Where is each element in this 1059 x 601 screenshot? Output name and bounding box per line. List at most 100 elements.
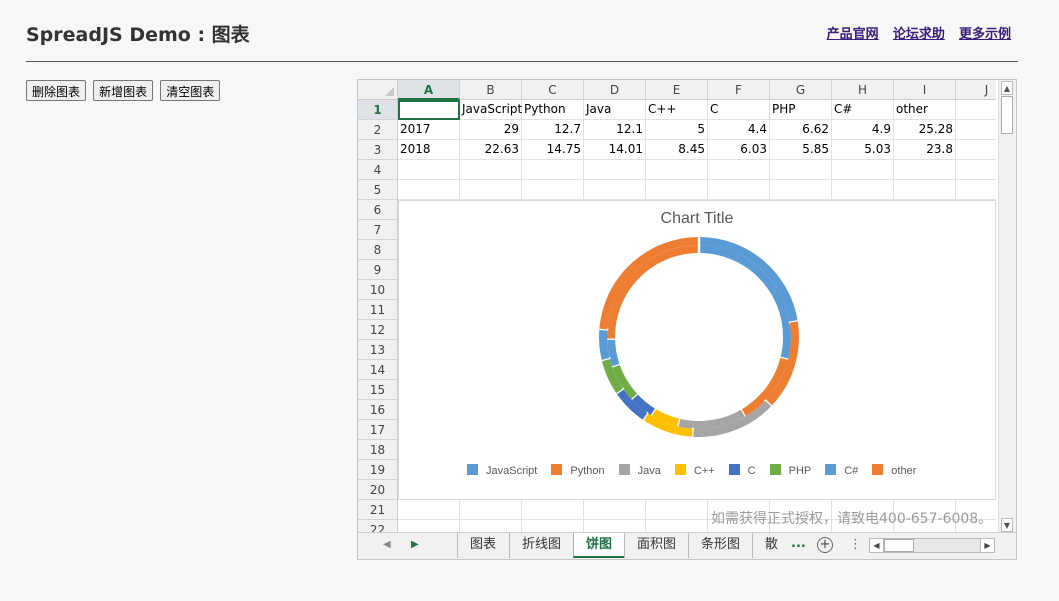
cell[interactable] bbox=[646, 180, 708, 200]
cell[interactable] bbox=[522, 500, 584, 520]
cell[interactable] bbox=[832, 180, 894, 200]
scroll-up-icon[interactable]: ▲ bbox=[1001, 81, 1013, 95]
row-header-6[interactable]: 6 bbox=[358, 200, 398, 220]
cell[interactable] bbox=[956, 180, 996, 200]
cell[interactable]: 8.45 bbox=[646, 140, 708, 160]
forum-help-link[interactable]: 论坛求助 bbox=[893, 27, 945, 42]
more-tabs-icon[interactable]: ... bbox=[791, 536, 806, 551]
row-header-12[interactable]: 12 bbox=[358, 320, 398, 340]
legend-item[interactable]: C bbox=[728, 464, 756, 477]
cell[interactable]: JavaScript bbox=[460, 100, 522, 120]
row-header-8[interactable]: 8 bbox=[358, 240, 398, 260]
vertical-scrollbar[interactable]: ▲ ▼ bbox=[998, 80, 1016, 533]
cell[interactable]: Java bbox=[584, 100, 646, 120]
cell[interactable]: 5 bbox=[646, 120, 708, 140]
horizontal-scroll-thumb[interactable] bbox=[884, 539, 914, 552]
row-header-3[interactable]: 3 bbox=[358, 140, 398, 160]
slice-2017-javascript[interactable] bbox=[698, 245, 791, 360]
cell[interactable]: 2017 bbox=[398, 120, 460, 140]
cell[interactable] bbox=[832, 160, 894, 180]
column-header-f[interactable]: F bbox=[708, 80, 770, 100]
row-header-13[interactable]: 13 bbox=[358, 340, 398, 360]
cell[interactable] bbox=[894, 180, 956, 200]
column-header-i[interactable]: I bbox=[894, 80, 956, 100]
row-header-1[interactable]: 1 bbox=[358, 100, 398, 120]
column-header-j[interactable]: J bbox=[956, 80, 996, 100]
cell[interactable] bbox=[584, 160, 646, 180]
cell[interactable]: 2018 bbox=[398, 140, 460, 160]
cell[interactable]: C# bbox=[832, 100, 894, 120]
legend-item[interactable]: JavaScript bbox=[467, 464, 537, 477]
sheet-tab-5[interactable]: 条形图 bbox=[688, 533, 752, 558]
cell[interactable] bbox=[646, 500, 708, 520]
doughnut-chart[interactable]: Chart Title JavaScript Python Java C++ C PHP C#… bbox=[398, 200, 996, 500]
next-sheet-icon[interactable]: ▶ bbox=[411, 539, 419, 550]
column-header-e[interactable]: E bbox=[646, 80, 708, 100]
cell[interactable] bbox=[398, 500, 460, 520]
tab-splitter-icon[interactable]: ⋮ bbox=[849, 537, 862, 552]
row-header-20[interactable]: 20 bbox=[358, 480, 398, 500]
cell[interactable] bbox=[956, 120, 996, 140]
add-chart-button[interactable]: 新增图表 bbox=[93, 80, 154, 101]
legend-item[interactable]: C++ bbox=[674, 464, 715, 477]
sheet-tab-2[interactable]: 折线图 bbox=[509, 533, 573, 558]
column-header-c[interactable]: C bbox=[522, 80, 584, 100]
row-header-5[interactable]: 5 bbox=[358, 180, 398, 200]
cell[interactable] bbox=[584, 180, 646, 200]
column-header-d[interactable]: D bbox=[584, 80, 646, 100]
sheet-tab-4[interactable]: 面积图 bbox=[624, 533, 688, 558]
slice-2018-csharp[interactable] bbox=[599, 328, 610, 360]
row-header-14[interactable]: 14 bbox=[358, 360, 398, 380]
cell[interactable]: 22.63 bbox=[460, 140, 522, 160]
legend-item[interactable]: Java bbox=[618, 464, 661, 477]
column-header-a[interactable]: A bbox=[398, 80, 460, 100]
slice-2017-other[interactable] bbox=[607, 245, 700, 339]
cell[interactable]: 6.62 bbox=[770, 120, 832, 140]
cell[interactable]: C bbox=[708, 100, 770, 120]
legend-item[interactable]: C# bbox=[825, 464, 858, 477]
cell[interactable] bbox=[398, 180, 460, 200]
sheet-grid[interactable]: A B C D E F G H I J 1 2 3 4 5 6 7 8 9 10 11 12 13 14 15 16 17 18 19 2… bbox=[358, 80, 996, 533]
delete-chart-button[interactable]: 删除图表 bbox=[26, 80, 87, 101]
cell[interactable] bbox=[770, 180, 832, 200]
add-sheet-icon[interactable]: + bbox=[817, 537, 833, 553]
column-header-g[interactable]: G bbox=[770, 80, 832, 100]
cell[interactable]: 5.85 bbox=[770, 140, 832, 160]
cell[interactable]: C++ bbox=[646, 100, 708, 120]
cell[interactable] bbox=[956, 160, 996, 180]
active-cell[interactable] bbox=[398, 100, 460, 120]
cell[interactable]: 4.9 bbox=[832, 120, 894, 140]
cell[interactable]: 12.7 bbox=[522, 120, 584, 140]
cell[interactable]: 5.03 bbox=[832, 140, 894, 160]
legend-item[interactable]: PHP bbox=[769, 464, 811, 477]
select-all-corner[interactable] bbox=[358, 80, 398, 100]
cell[interactable]: other bbox=[894, 100, 956, 120]
cell[interactable] bbox=[894, 160, 956, 180]
clear-chart-button[interactable]: 清空图表 bbox=[160, 80, 221, 101]
row-header-19[interactable]: 19 bbox=[358, 460, 398, 480]
cell[interactable] bbox=[522, 180, 584, 200]
cell[interactable] bbox=[398, 160, 460, 180]
cell[interactable]: PHP bbox=[770, 100, 832, 120]
column-header-b[interactable]: B bbox=[460, 80, 522, 100]
cell[interactable] bbox=[460, 500, 522, 520]
row-header-15[interactable]: 15 bbox=[358, 380, 398, 400]
row-header-10[interactable]: 10 bbox=[358, 280, 398, 300]
scroll-right-icon[interactable]: ▶ bbox=[980, 539, 994, 552]
cell[interactable]: 23.8 bbox=[894, 140, 956, 160]
cell[interactable]: 6.03 bbox=[708, 140, 770, 160]
legend-item[interactable]: Python bbox=[551, 464, 605, 477]
cell[interactable] bbox=[956, 100, 996, 120]
row-header-4[interactable]: 4 bbox=[358, 160, 398, 180]
sheet-tab-3[interactable]: 饼图 bbox=[573, 533, 626, 558]
scroll-down-icon[interactable]: ▼ bbox=[1001, 518, 1013, 532]
row-header-11[interactable]: 11 bbox=[358, 300, 398, 320]
cell[interactable]: 4.4 bbox=[708, 120, 770, 140]
column-header-h[interactable]: H bbox=[832, 80, 894, 100]
more-examples-link[interactable]: 更多示例 bbox=[959, 27, 1011, 42]
row-header-16[interactable]: 16 bbox=[358, 400, 398, 420]
cell[interactable] bbox=[646, 160, 708, 180]
sheet-tab-1[interactable]: 图表 bbox=[457, 533, 508, 558]
vertical-scroll-thumb[interactable] bbox=[1001, 96, 1013, 134]
cell[interactable]: 12.1 bbox=[584, 120, 646, 140]
